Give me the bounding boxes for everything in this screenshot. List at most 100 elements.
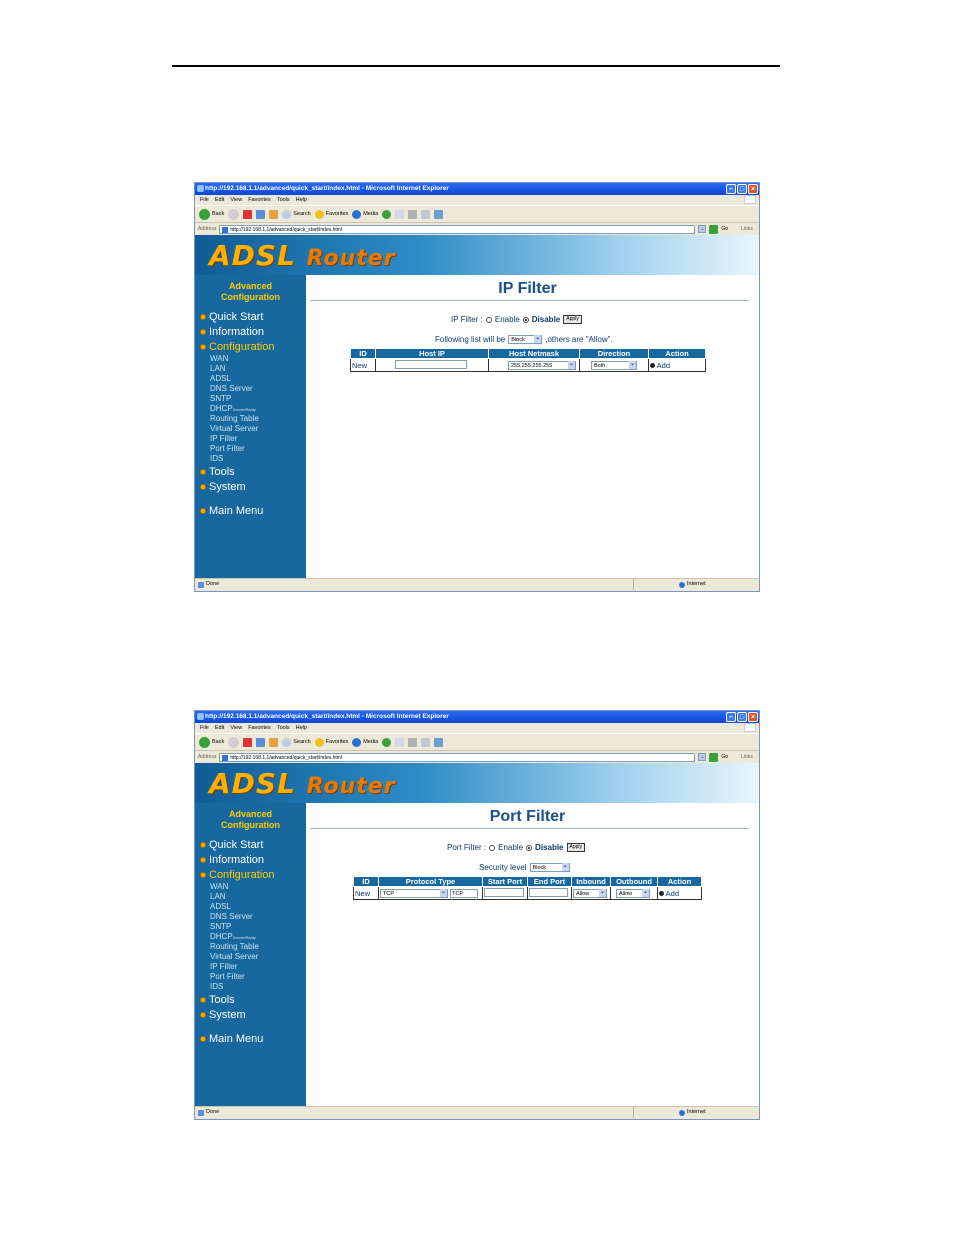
stop-icon[interactable] [243,209,253,219]
nav-main-menu[interactable]: Main Menu [200,505,263,517]
back-button[interactable]: Back [199,736,224,748]
menu-file[interactable]: File [200,723,209,733]
nav-configuration[interactable]: Configuration [200,341,274,353]
menu-edit[interactable]: Edit [215,723,224,733]
refresh-icon[interactable] [256,737,266,747]
menu-view[interactable]: View [230,195,242,205]
host-ip-input[interactable] [395,359,467,369]
nav-configuration[interactable]: Configuration [200,869,274,881]
menu-tools[interactable]: Tools [277,723,290,733]
nav-information[interactable]: Information [200,854,264,866]
action-cell[interactable]: Add [648,358,706,372]
sub-sntp[interactable]: SNTP [210,394,231,404]
links-label[interactable]: Links [741,754,753,760]
enable-radio[interactable] [485,316,492,323]
menu-edit[interactable]: Edit [215,195,224,205]
home-icon[interactable] [269,737,279,747]
menu-favorites[interactable]: Favorites [248,723,271,733]
go-arrow-icon[interactable] [709,752,719,762]
menu-help[interactable]: Help [296,723,307,733]
links-label[interactable]: Links [741,226,753,232]
forward-icon[interactable] [228,208,240,220]
apply-button[interactable]: Apply [566,843,586,852]
mail-icon[interactable] [395,209,405,219]
print-icon[interactable] [408,737,418,747]
refresh-icon[interactable] [256,209,266,219]
sub-dns-server[interactable]: DNS Server [210,912,253,922]
address-input[interactable]: http://192.168.1.1/advanced/quick_start/… [219,752,696,762]
sub-wan[interactable]: WAN [210,354,228,364]
sub-ip-filter[interactable]: IP Filter [210,434,237,444]
sub-sntp[interactable]: SNTP [210,922,231,932]
favorites-button[interactable]: Favorites [314,737,348,747]
sub-wan[interactable]: WAN [210,882,228,892]
minimize-button[interactable]: – [726,712,736,722]
netmask-select[interactable]: 255.255.255.255 [508,361,576,370]
media-button[interactable]: Media [352,209,378,219]
nav-quick-start[interactable]: Quick Start [200,311,263,323]
nav-quick-start[interactable]: Quick Start [200,839,263,851]
direction-select[interactable]: Both [591,361,637,370]
minimize-button[interactable]: – [726,184,736,194]
nav-information[interactable]: Information [200,326,264,338]
maximize-button[interactable]: □ [737,184,747,194]
address-dropdown-icon[interactable]: ⌄ [698,225,707,233]
go-button[interactable]: Go [721,226,728,232]
edit-icon[interactable] [421,737,431,747]
nav-system[interactable]: System [200,481,246,493]
sub-virtual-server[interactable]: Virtual Server [210,424,258,434]
menu-help[interactable]: Help [296,195,307,205]
messenger-icon[interactable] [434,209,444,219]
forward-icon[interactable] [228,736,240,748]
sub-lan[interactable]: LAN [210,892,226,902]
sub-adsl[interactable]: ADSL [210,374,231,384]
action-cell[interactable]: Add [657,886,702,900]
nav-main-menu[interactable]: Main Menu [200,1033,263,1045]
media-button[interactable]: Media [352,737,378,747]
apply-button[interactable]: Apply [563,315,582,324]
add-button[interactable]: Add [666,889,679,898]
disable-radio[interactable] [526,844,533,851]
outbound-select[interactable]: Allow [616,889,650,898]
menu-file[interactable]: File [200,195,209,205]
history-icon[interactable] [382,737,392,747]
sub-ip-filter[interactable]: IP Filter [210,962,237,972]
address-input[interactable]: http://192.168.1.1/advanced/quick_start/… [219,224,696,234]
start-port-input[interactable] [484,887,524,897]
sub-dns-server[interactable]: DNS Server [210,384,253,394]
messenger-icon[interactable] [434,737,444,747]
list-mode-select[interactable]: Block [508,335,543,344]
sub-port-filter[interactable]: Port Filter [210,444,245,454]
search-button[interactable]: Search [282,209,311,219]
inbound-select[interactable]: Allow [573,889,607,898]
print-icon[interactable] [408,209,418,219]
sub-routing-table[interactable]: Routing Table [210,414,259,424]
maximize-button[interactable]: □ [737,712,747,722]
menu-tools[interactable]: Tools [277,195,290,205]
address-dropdown-icon[interactable]: ⌄ [698,753,707,761]
mail-icon[interactable] [395,737,405,747]
history-icon[interactable] [382,209,392,219]
sub-lan[interactable]: LAN [210,364,226,374]
security-level-select[interactable]: Block [529,863,570,872]
favorites-button[interactable]: Favorites [314,209,348,219]
back-button[interactable]: Back [199,208,224,220]
menu-view[interactable]: View [230,723,242,733]
close-button[interactable]: × [748,184,758,194]
sub-virtual-server[interactable]: Virtual Server [210,952,258,962]
home-icon[interactable] [269,209,279,219]
protocol-text-input[interactable]: TCP [450,889,479,898]
stop-icon[interactable] [243,737,253,747]
nav-tools[interactable]: Tools [200,994,235,1006]
protocol-select[interactable]: TCP [380,889,448,898]
enable-radio[interactable] [489,844,496,851]
nav-system[interactable]: System [200,1009,246,1021]
sub-port-filter[interactable]: Port Filter [210,972,245,982]
disable-radio[interactable] [522,316,529,323]
close-button[interactable]: × [748,712,758,722]
sub-adsl[interactable]: ADSL [210,902,231,912]
nav-tools[interactable]: Tools [200,466,235,478]
edit-icon[interactable] [421,209,431,219]
search-button[interactable]: Search [282,737,311,747]
sub-ids[interactable]: IDS [210,982,223,992]
